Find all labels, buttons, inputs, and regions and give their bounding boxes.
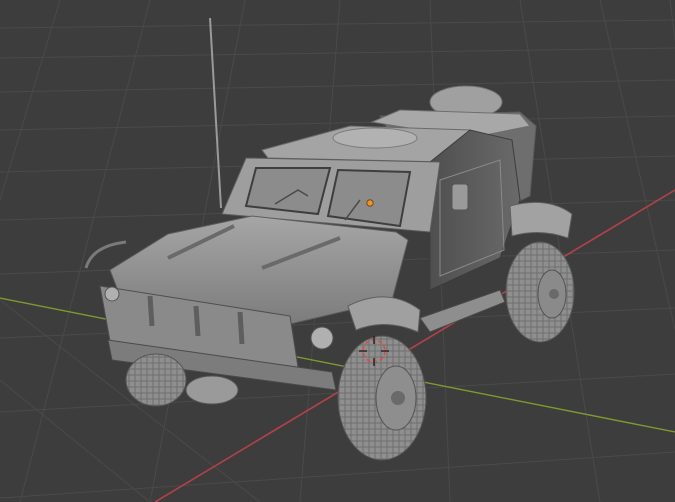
headlight-left	[104, 286, 120, 302]
winch	[185, 375, 239, 405]
roof-hatch	[332, 127, 418, 149]
front-left-wheel	[125, 353, 187, 407]
rear-fender	[509, 201, 573, 239]
y-axis-line	[0, 297, 675, 433]
viewport-canvas[interactable]	[0, 0, 675, 502]
cab-side	[429, 129, 521, 291]
headlight-right	[310, 326, 334, 350]
side-step	[419, 289, 506, 333]
object-origin-marker[interactable]	[366, 199, 374, 207]
rear-wheel	[505, 241, 575, 343]
side-mirror	[451, 183, 469, 211]
3d-viewport[interactable]	[0, 0, 675, 502]
windshield-left	[244, 167, 332, 216]
windshield-right	[326, 168, 412, 228]
front-right-wheel	[337, 335, 427, 461]
antenna	[209, 17, 222, 209]
front-fender	[347, 296, 421, 333]
